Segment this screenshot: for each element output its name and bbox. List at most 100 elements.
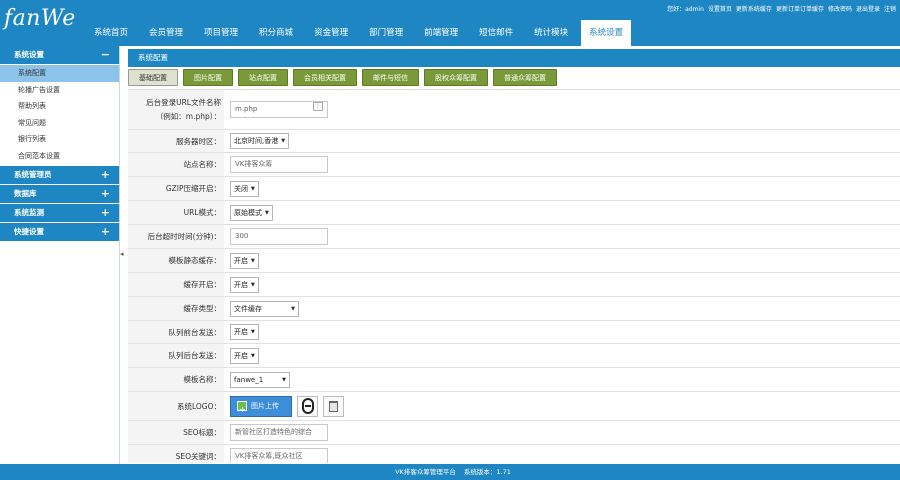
seo-title-input[interactable]: 新管社区打造特色的综合 — [230, 424, 328, 441]
sidebar-collapse-arrow-icon[interactable]: ◂ — [120, 248, 125, 260]
logo-preview[interactable] — [297, 395, 318, 417]
link-home-settings[interactable]: 设置首页 — [708, 4, 732, 13]
config-tabs: 基础配置 图片配置 站点配置 会员相关配置 邮件与短信 股权众筹配置 普通众筹配… — [128, 67, 900, 87]
field-wrap: 图片上传 — [224, 395, 900, 420]
link-logout[interactable]: 退出登录 — [856, 4, 880, 13]
greeting: 您好：admin — [667, 6, 704, 13]
trash-icon — [329, 400, 338, 412]
link-update-cache[interactable]: 更新系统缓存 — [736, 4, 772, 13]
cache-type-select[interactable]: 文件缓存 ▼ — [230, 300, 299, 317]
top-nav: 系统首页 会员管理 项目管理 积分商城 资金管理 部门管理 前端管理 短信邮件 … — [86, 20, 636, 46]
nav-points-mall[interactable]: 积分商城 — [251, 20, 301, 46]
tab-site-config[interactable]: 站点配置 — [238, 69, 288, 86]
form-row-seo-title: SEO标题： 新管社区打造特色的综合 — [128, 421, 900, 445]
sidebar-section-label: 快捷设置 — [14, 227, 44, 236]
url-mode-select[interactable]: 原始模式 ▼ — [230, 204, 273, 221]
sidebar-section-label: 系统设置 — [14, 50, 44, 59]
nav-frontend-management[interactable]: 前端管理 — [416, 20, 466, 46]
timezone-select[interactable]: 北京时间,香港 ▼ — [230, 133, 290, 149]
cache-on-select[interactable]: 开启 ▼ — [230, 276, 259, 293]
seo-keywords-label: SEO关键词： — [128, 445, 224, 463]
template-cache-label: 模板静态缓存： — [128, 249, 224, 272]
form-row-timeout: 后台超时时间(分钟)： 300 — [128, 225, 900, 249]
nav-system-home[interactable]: 系统首页 — [86, 20, 136, 46]
nav-member-management[interactable]: 会员管理 — [141, 20, 191, 46]
field-wrap: 关闭 ▼ — [224, 180, 900, 197]
form-row-template-cache: 模板静态缓存： 开启 ▼ — [128, 249, 900, 273]
link-update-order-cache[interactable]: 更新订单订单缓存 — [776, 4, 824, 13]
form-row-queue-front: 队列前台发送： 开启 ▼ — [128, 321, 900, 344]
field-wrap: 北京时间,香港 ▼ — [224, 133, 900, 149]
queue-back-label: 队列后台发送： — [128, 344, 224, 367]
cache-on-value: 开启 — [234, 280, 248, 289]
queue-back-select[interactable]: 开启 ▼ — [230, 347, 259, 364]
chevron-down-icon: ▼ — [251, 352, 255, 359]
nav-fund-management[interactable]: 资金管理 — [306, 20, 356, 46]
sidebar-item-contract-template[interactable]: 合同范本设置 — [0, 148, 119, 165]
admin-file-input[interactable]: m.php ⋮ — [230, 101, 328, 118]
upload-label: 图片上传 — [251, 401, 279, 410]
template-label: 模板名称： — [128, 368, 224, 391]
tab-normal-crowdfunding[interactable]: 普通众筹配置 — [493, 69, 557, 86]
form-row-template: 模板名称： fanwe_1 ▼ — [128, 368, 900, 392]
sidebar-section-admins[interactable]: 系统管理员 + — [0, 166, 119, 184]
expand-icon[interactable]: + — [101, 204, 110, 222]
sidebar-section-system-settings[interactable]: 系统设置 − — [0, 46, 119, 64]
link-signout[interactable]: 注销 — [884, 4, 896, 13]
seo-keywords-input[interactable]: VK排客众筹,既众社区 — [230, 448, 328, 463]
cache-type-label: 缓存类型： — [128, 297, 224, 320]
form-row-seo-keywords: SEO关键词： VK排客众筹,既众社区 — [128, 445, 900, 463]
field-wrap: 300 — [224, 228, 900, 245]
nav-sms-email[interactable]: 短信邮件 — [471, 20, 521, 46]
site-name-input[interactable]: VK排客众筹 — [230, 156, 328, 173]
sidebar-item-help-list[interactable]: 帮助列表 — [0, 98, 119, 115]
form-row-gzip: GZIP压缩开启： 关闭 ▼ — [128, 177, 900, 201]
sidebar-item-faq[interactable]: 常见问题 — [0, 115, 119, 132]
main-content: 系统配置 基础配置 图片配置 站点配置 会员相关配置 邮件与短信 股权众筹配置 … — [128, 46, 900, 464]
nav-statistics[interactable]: 统计模块 — [526, 20, 576, 46]
queue-front-select[interactable]: 开启 ▼ — [230, 324, 259, 340]
fanwe-logo[interactable]: fanWe — [4, 6, 76, 31]
collapse-icon[interactable]: − — [101, 46, 110, 64]
top-links: 您好：admin 设置首页 更新系统缓存 更新订单订单缓存 修改密码 退出登录 … — [663, 4, 896, 13]
image-upload-button[interactable]: 图片上传 — [230, 395, 292, 420]
expand-icon[interactable]: + — [101, 223, 110, 241]
queue-front-label: 队列前台发送： — [128, 321, 224, 343]
sidebar-item-banner-ads[interactable]: 轮播广告设置 — [0, 82, 119, 99]
logo-preview-icon — [301, 398, 314, 414]
field-wrap: 开启 ▼ — [224, 347, 900, 364]
chevron-down-icon: ▼ — [291, 305, 295, 312]
tab-equity-crowdfunding[interactable]: 股权众筹配置 — [424, 69, 488, 86]
admin-file-label-line1: 后台登录URL文件名称 — [146, 97, 221, 107]
tab-basic-config[interactable]: 基础配置 — [128, 69, 178, 86]
chevron-down-icon: ▼ — [251, 185, 255, 192]
expand-icon[interactable]: + — [101, 185, 110, 203]
field-wrap: 开启 ▼ — [224, 252, 900, 269]
sidebar-section-shortcuts[interactable]: 快捷设置 + — [0, 223, 119, 241]
delete-logo-button[interactable] — [323, 395, 344, 417]
field-wrap: 新管社区打造特色的综合 — [224, 424, 900, 441]
sidebar-section-monitoring[interactable]: 系统监测 + — [0, 204, 119, 222]
form-row-site-name: 站点名称： VK排客众筹 — [128, 153, 900, 177]
sidebar-item-bank-list[interactable]: 银行列表 — [0, 131, 119, 148]
tab-email-sms[interactable]: 邮件与短信 — [362, 69, 419, 86]
config-form: 后台登录URL文件名称 （例如：m.php）： m.php ⋮ 服务器时区： 北… — [128, 89, 900, 463]
template-select[interactable]: fanwe_1 ▼ — [230, 371, 290, 388]
nav-system-settings[interactable]: 系统设置 — [581, 20, 632, 46]
form-row-cache-type: 缓存类型： 文件缓存 ▼ — [128, 297, 900, 321]
sidebar-section-database[interactable]: 数据库 + — [0, 185, 119, 203]
nav-department-management[interactable]: 部门管理 — [361, 20, 411, 46]
sidebar-item-system-config[interactable]: 系统配置 — [0, 65, 119, 82]
nav-project-management[interactable]: 项目管理 — [196, 20, 246, 46]
queue-back-value: 开启 — [234, 351, 248, 360]
expand-icon[interactable]: + — [101, 166, 110, 184]
link-change-password[interactable]: 修改密码 — [828, 4, 852, 13]
template-cache-select[interactable]: 开启 ▼ — [230, 252, 259, 269]
tab-member-config[interactable]: 会员相关配置 — [293, 69, 357, 86]
gzip-select[interactable]: 关闭 ▼ — [230, 180, 259, 197]
tab-image-config[interactable]: 图片配置 — [183, 69, 233, 86]
field-wrap: VK排客众筹,既众社区 — [224, 448, 900, 463]
gzip-label: GZIP压缩开启： — [128, 177, 224, 200]
logo-label: 系统LOGO： — [128, 392, 224, 420]
timeout-input[interactable]: 300 — [230, 228, 328, 245]
